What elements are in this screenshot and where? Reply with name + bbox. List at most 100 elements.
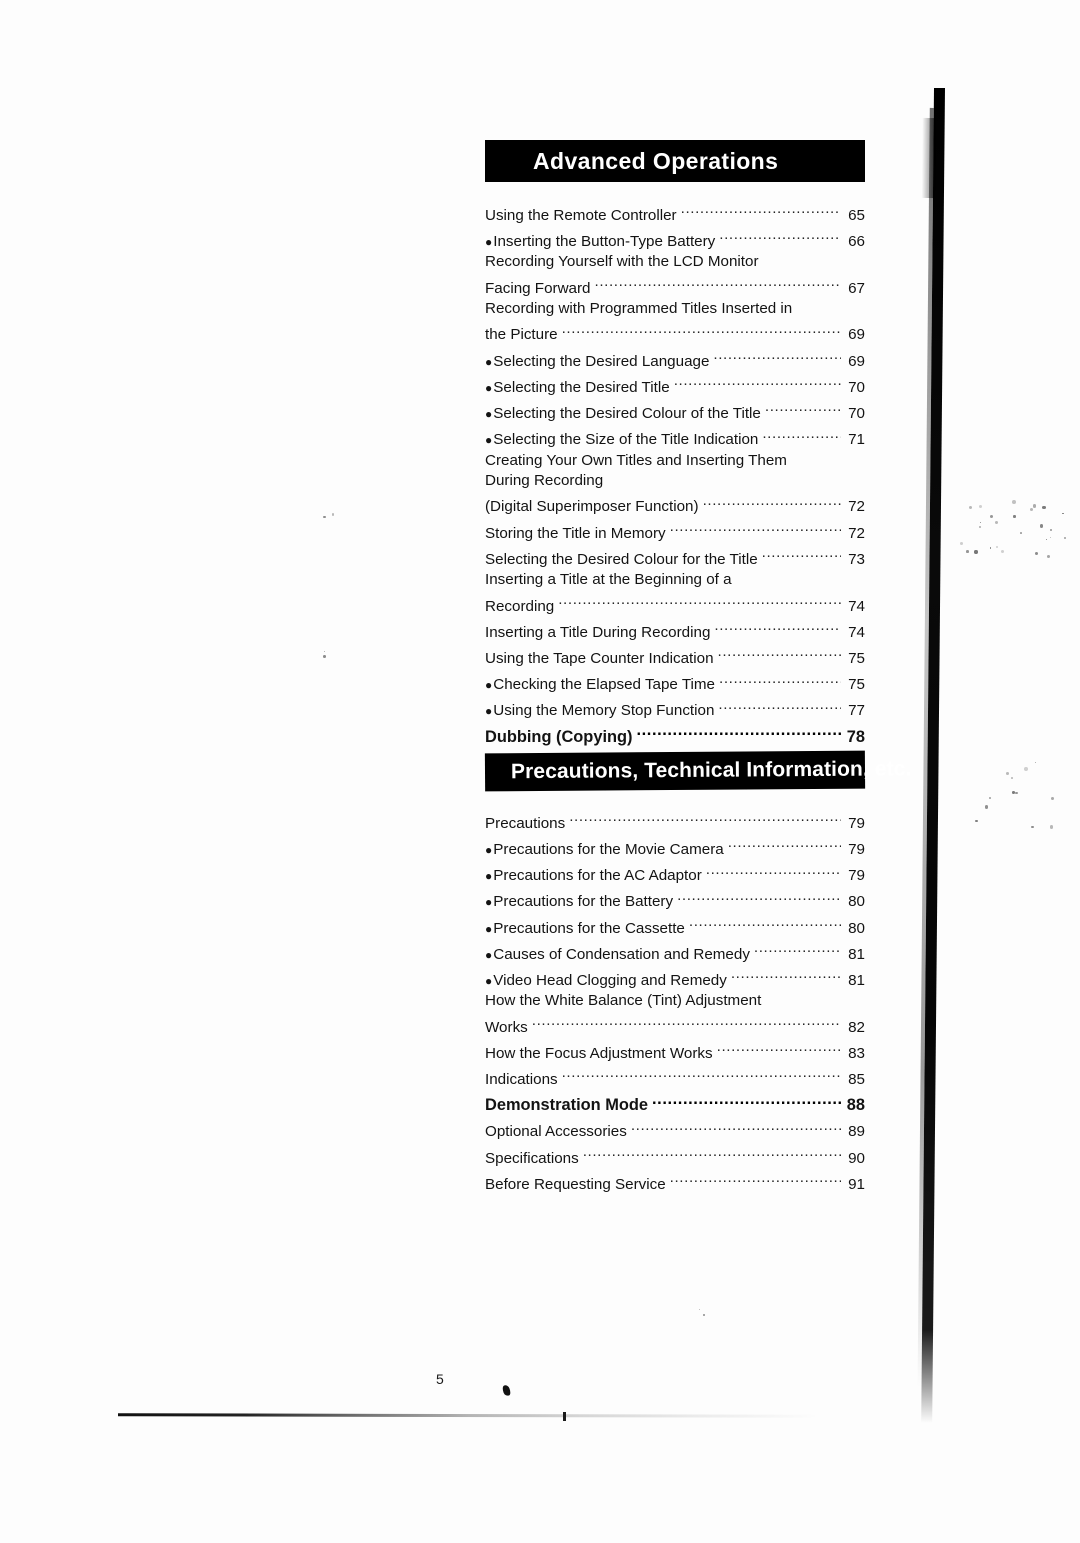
toc-entry[interactable]: ●Storing the Title in Memory72 <box>485 518 865 544</box>
toc-entry[interactable]: ●How the White Balance (Tint) Adjustment <box>485 991 865 1012</box>
toc-entry-label: Inserting the Button-Type Battery <box>493 232 715 252</box>
toc-entry-label: Using the Remote Controller <box>485 206 677 226</box>
toc-entry[interactable]: ●Using the Tape Counter Indication75 <box>485 643 865 669</box>
toc-entry[interactable]: ●Inserting a Title at the Beginning of a <box>485 570 865 591</box>
toc-entry[interactable]: ●Indications85 <box>485 1064 865 1090</box>
scan-speckle <box>1012 500 1016 504</box>
toc-entry-label: Before Requesting Service <box>485 1175 666 1195</box>
leader-dots <box>754 939 841 959</box>
scan-speckle <box>1033 504 1037 508</box>
toc-entry[interactable]: ●the Picture69 <box>485 320 865 346</box>
scan-speckle <box>1020 532 1022 534</box>
toc-entry-label: Precautions for the Battery <box>493 892 673 912</box>
toc-entry-page: 88 <box>843 1096 865 1116</box>
toc-entry[interactable]: ● Selecting the Desired Colour of the Tit… <box>485 398 865 424</box>
toc-entry[interactable]: ●Precautions79 <box>485 808 865 834</box>
scan-speckle <box>974 550 977 553</box>
toc-entry[interactable]: ●During Recording <box>485 471 865 492</box>
toc-entry[interactable]: ●Using the Remote Controller65 <box>485 200 865 226</box>
scan-speckle <box>703 1314 705 1316</box>
leader-dots <box>670 518 841 538</box>
toc-entry-page: 66 <box>843 232 865 252</box>
toc-entry[interactable]: ●Creating Your Own Titles and Inserting … <box>485 451 865 472</box>
toc-entry-label: Works <box>485 1018 528 1038</box>
toc-entry[interactable]: ●Precautions for the Cassette 80 <box>485 913 865 939</box>
toc-entry[interactable]: ●Selecting the Desired Language 69 <box>485 346 865 372</box>
toc-entry-page: 82 <box>843 1018 865 1038</box>
toc-entry-label: Selecting the Desired Title <box>493 378 669 398</box>
toc-entry[interactable]: ●Selecting the Desired Title 70 <box>485 372 865 398</box>
toc-entry[interactable]: ●Recording74 <box>485 591 865 617</box>
leader-dots <box>714 617 841 637</box>
leader-dots <box>717 1038 841 1058</box>
toc-entry[interactable]: ●Recording with Programmed Titles Insert… <box>485 299 865 320</box>
scan-speckle <box>979 505 982 508</box>
scan-speckle <box>1024 767 1028 771</box>
toc-entry[interactable]: ●Before Requesting Service91 <box>485 1169 865 1195</box>
leader-dots <box>674 372 841 392</box>
scan-speckle <box>1035 552 1039 556</box>
leader-dots <box>631 1117 841 1137</box>
toc-entry-page: 70 <box>843 404 865 424</box>
leader-dots <box>731 965 841 985</box>
toc-entry[interactable]: ●Recording Yourself with the LCD Monitor <box>485 252 865 273</box>
scan-speckle <box>979 526 981 528</box>
toc-entry[interactable]: ●Optional Accessories89 <box>485 1117 865 1143</box>
toc-entry[interactable]: ●How the Focus Adjustment Works83 <box>485 1038 865 1064</box>
bullet-icon: ● <box>485 405 492 425</box>
toc-entry[interactable]: ●Checking the Elapsed Tape Time 75 <box>485 670 865 696</box>
toc-entry[interactable]: ●Inserting the Button-Type Battery 66 <box>485 226 865 252</box>
scan-speckle <box>966 550 969 553</box>
toc-entry-page: 69 <box>843 325 865 345</box>
toc-entry[interactable]: ●Facing Forward67 <box>485 273 865 299</box>
scan-speckle <box>1013 515 1015 517</box>
scan-speckle <box>324 651 325 652</box>
toc-entry-label: (Digital Superimposer Function) <box>485 497 699 517</box>
scan-speckle <box>1050 825 1053 828</box>
toc-entry[interactable]: ●Using the Memory Stop Function 77 <box>485 696 865 722</box>
leader-dots <box>719 226 841 246</box>
toc-entry-page: 81 <box>843 945 865 965</box>
bullet-icon: ● <box>485 702 492 722</box>
leader-dots <box>728 834 841 854</box>
toc-entry-label: Selecting the Desired Language <box>493 352 709 372</box>
leader-dots <box>713 346 841 366</box>
scan-speckle <box>1064 537 1066 539</box>
toc-entry[interactable]: ●Precautions for the Battery 80 <box>485 887 865 913</box>
toc-entry-label: Recording Yourself with the LCD Monitor <box>485 252 865 272</box>
scan-speckle <box>1042 506 1045 509</box>
toc-entry[interactable]: ●Works82 <box>485 1012 865 1038</box>
toc-entry-label: Dubbing (Copying) <box>485 728 632 748</box>
toc-entry-label: Selecting the Desired Colour for the Tit… <box>485 550 758 570</box>
toc-entry[interactable]: ●Dubbing (Copying)78 <box>485 722 865 748</box>
scan-speckle <box>1001 550 1004 553</box>
toc-entry-label: Recording with Programmed Titles Inserte… <box>485 299 865 319</box>
scan-speckle <box>699 1309 700 1310</box>
toc-entry[interactable]: ● Selecting the Size of the Title Indicat… <box>485 425 865 451</box>
toc-entry-label: Causes of Condensation and Remedy <box>493 945 750 965</box>
leader-dots <box>583 1143 841 1163</box>
toc-entry[interactable]: ●Causes of Condensation and Remedy 81 <box>485 939 865 965</box>
scan-speckle <box>1050 529 1052 531</box>
scan-speckle <box>989 797 991 799</box>
leader-dots <box>681 200 841 220</box>
scan-speckle <box>1051 797 1054 800</box>
toc-entry-label: Recording <box>485 597 554 617</box>
toc-entry[interactable]: ●Inserting a Title During Recording74 <box>485 617 865 643</box>
leader-dots <box>706 861 841 881</box>
leader-dots <box>718 643 841 663</box>
toc-entry[interactable]: ●Precautions for the AC Adaptor 79 <box>485 861 865 887</box>
toc-entry-page: 79 <box>843 866 865 886</box>
scan-speckle <box>969 506 972 509</box>
toc-entry[interactable]: ●Video Head Clogging and Remedy 81 <box>485 965 865 991</box>
toc-entry-label: During Recording <box>485 471 865 491</box>
toc-entry[interactable]: ●Selecting the Desired Colour for the Ti… <box>485 544 865 570</box>
toc-entry-page: 81 <box>843 971 865 991</box>
toc-entry[interactable]: ●(Digital Superimposer Function)72 <box>485 492 865 518</box>
toc-entry[interactable]: ●Specifications90 <box>485 1143 865 1169</box>
toc-entry[interactable]: ●Demonstration Mode88 <box>485 1091 865 1117</box>
toc-entry[interactable]: ●Precautions for the Movie Camera 79 <box>485 834 865 860</box>
toc-entry-label: Selecting the Desired Colour of the Titl… <box>493 404 761 424</box>
section-header-advanced-operations: Advanced Operations <box>485 140 865 182</box>
scanned-page: Advanced Operations ●Using the Remote Co… <box>0 0 1080 1543</box>
